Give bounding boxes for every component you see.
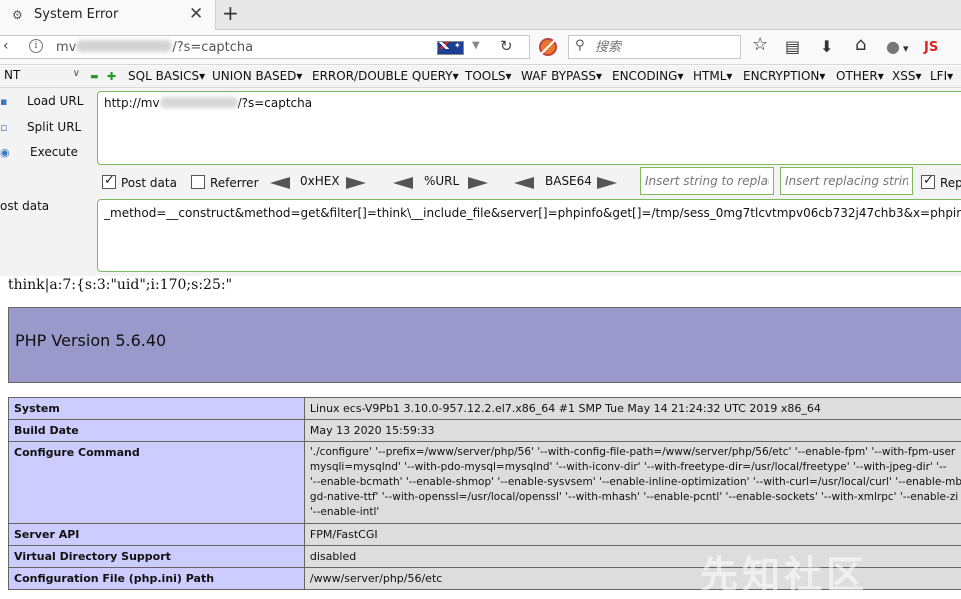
block-icon[interactable] (539, 38, 557, 56)
encoding-select[interactable]: NT ∨ (4, 68, 82, 85)
increase-icon[interactable]: ✚ (107, 70, 116, 83)
home-icon[interactable]: ⌂ (855, 36, 866, 54)
site-info-icon[interactable]: i (29, 39, 43, 53)
hex-encode-arrow-icon[interactable] (346, 177, 366, 189)
row-key: Configuration File (php.ini) Path (8, 567, 305, 590)
hackbar-url-suffix: /?s=captcha (237, 96, 313, 110)
hackbar-panel: ▪ Load URL ▫ Split URL ◉ Execute http://… (0, 88, 961, 276)
chevron-down-icon[interactable]: ▼ (472, 40, 480, 51)
hex-decode-arrow-icon[interactable] (270, 177, 290, 189)
menu-tools[interactable]: TOOLS▾ (465, 69, 512, 83)
hex-label: 0xHEX (300, 174, 340, 188)
menu-waf-bypass[interactable]: WAF BYPASS▾ (521, 69, 602, 83)
url-suffix: /?s=captcha (172, 40, 254, 55)
load-url-icon: ▪ (0, 95, 8, 108)
execute-button[interactable]: ◉ Execute (0, 145, 78, 159)
menu-union-based[interactable]: UNION BASED▾ (212, 69, 302, 83)
menu-error-double-query[interactable]: ERROR/DOUBLE QUERY▾ (312, 69, 459, 83)
decrease-icon[interactable]: ▬ (90, 72, 99, 82)
chevron-down-icon: ∨ (72, 68, 80, 79)
menu-xss[interactable]: XSS▾ (892, 69, 921, 83)
base64-encode-arrow-icon[interactable] (597, 177, 617, 189)
referrer-label: Referrer (210, 176, 259, 190)
split-url-icon: ▫ (0, 121, 8, 134)
row-value: './configure' '--prefix=/www/server/php/… (303, 441, 961, 524)
execute-label: Execute (30, 145, 78, 159)
js-toggle-icon[interactable]: JS (924, 39, 938, 57)
menu-lfi[interactable]: LFI▾ (930, 69, 953, 83)
load-url-button[interactable]: ▪ Load URL (0, 94, 83, 108)
tab-strip: ⚙ System Error ✕ + (0, 0, 961, 30)
table-row: Server API FPM/FastCGI (8, 523, 961, 546)
account-icon[interactable]: ● (886, 38, 900, 56)
post-data-label: Post data (121, 176, 177, 190)
url-encode-arrow-icon[interactable] (468, 177, 488, 189)
back-icon[interactable]: ‹ (3, 38, 9, 54)
search-input[interactable] (595, 38, 735, 56)
reader-list-icon[interactable]: ▤ (785, 38, 800, 56)
row-key: Configure Command (8, 441, 305, 524)
close-tab-icon[interactable]: ✕ (189, 4, 203, 24)
url-encoding-label: %URL (424, 174, 460, 188)
hackbar-menu: NT ∨ ▬ ✚ SQL BASICS▾ UNION BASED▾ ERROR/… (0, 66, 961, 88)
bookmark-star-icon[interactable]: ☆ (752, 36, 768, 54)
row-value: FPM/FastCGI (303, 523, 961, 546)
watermark: 先知社区 (700, 553, 869, 597)
row-key: Build Date (8, 419, 305, 442)
reload-icon[interactable]: ↻ (500, 37, 513, 55)
execute-icon: ◉ (0, 146, 10, 159)
download-icon[interactable]: ⬇ (820, 38, 833, 56)
session-output: think|a:7:{s:3:"uid";i:170;s:25:" (8, 277, 233, 293)
hackbar-url-textarea[interactable]: http://mv /?s=captcha (97, 91, 961, 165)
row-value: May 13 2020 15:59:33 (303, 419, 961, 442)
menu-html[interactable]: HTML▾ (693, 69, 732, 83)
menu-other[interactable]: OTHER▾ (836, 69, 884, 83)
replace-all-label: Rep (940, 176, 961, 190)
base64-decode-arrow-icon[interactable] (514, 177, 534, 189)
hackbar-url-prefix: http://mv (104, 96, 160, 110)
url-prefix: mv (56, 40, 77, 55)
active-tab[interactable]: ⚙ System Error ✕ (0, 0, 216, 30)
search-box[interactable]: ⚲ (568, 35, 741, 59)
post-data-field-label: ost data (0, 199, 50, 213)
search-icon: ⚲ (575, 38, 585, 53)
new-tab-button[interactable]: + (222, 1, 239, 25)
referrer-checkbox[interactable] (191, 175, 205, 189)
row-key: Server API (8, 523, 305, 546)
php-version-title: PHP Version 5.6.40 (15, 331, 167, 350)
redacted-host (76, 40, 173, 52)
encoding-select-value: NT (4, 68, 21, 82)
replace-all-checkbox[interactable] (921, 173, 935, 189)
menu-encryption[interactable]: ENCRYPTION▾ (743, 69, 825, 83)
row-key: Virtual Directory Support (8, 545, 305, 568)
post-data-checkbox[interactable] (102, 173, 116, 189)
row-value: Linux ecs-V9Pb1 3.10.0-957.12.2.el7.x86_… (303, 397, 961, 420)
url-decode-arrow-icon[interactable] (393, 177, 413, 189)
php-version-banner: PHP Version 5.6.40 (8, 307, 961, 383)
redacted-host (159, 97, 238, 108)
address-url[interactable]: mv /?s=captcha (56, 40, 253, 55)
replace-with-input[interactable] (780, 167, 913, 195)
navigation-bar: ‹ i mv /?s=captcha ▼ ↻ ⚲ ☆ ▤ ⬇ ⌂ ● ▾ JS (0, 30, 961, 65)
menu-encoding[interactable]: ENCODING▾ (612, 69, 683, 83)
row-key: System (8, 397, 305, 420)
replace-find-input[interactable] (640, 167, 774, 195)
account-chevron-icon[interactable]: ▾ (903, 40, 909, 58)
split-url-label: Split URL (27, 120, 82, 134)
post-data-textarea[interactable]: _method=__construct&method=get&filter[]=… (97, 199, 961, 272)
table-row: Configure Command './configure' '--prefi… (8, 441, 961, 524)
table-row: System Linux ecs-V9Pb1 3.10.0-957.12.2.e… (8, 397, 961, 420)
menu-sql-basics[interactable]: SQL BASICS▾ (128, 69, 205, 83)
load-url-label: Load URL (27, 94, 84, 108)
tab-title: System Error (34, 7, 119, 22)
table-row: Build Date May 13 2020 15:59:33 (8, 419, 961, 442)
browser-window: ⚙ System Error ✕ + ‹ i mv /?s=captcha ▼ ↻… (0, 0, 961, 599)
australia-flag-icon[interactable] (437, 41, 464, 55)
page-favicon-icon: ⚙ (12, 8, 23, 22)
base64-label: BASE64 (545, 174, 592, 188)
split-url-button[interactable]: ▫ Split URL (0, 120, 81, 134)
address-bar[interactable]: ‹ i mv /?s=captcha ▼ ↻ (0, 35, 530, 59)
